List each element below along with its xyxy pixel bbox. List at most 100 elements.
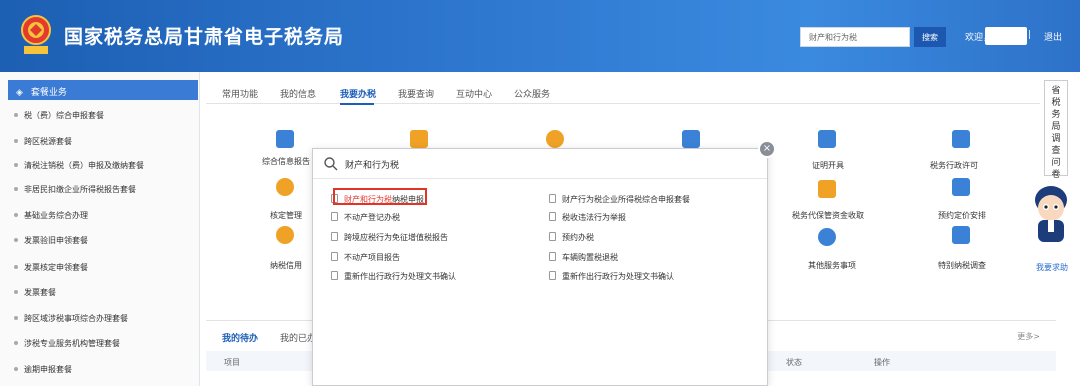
result-text: 重新作出行政行为处理文书确认 [344,272,456,281]
service-label[interactable]: 纳税信用 [270,260,302,271]
result-text: 税收违法行为举报 [562,213,626,222]
tab-my-todo[interactable]: 我的待办 [222,331,258,344]
document-icon [549,252,556,261]
result-item[interactable]: 财产行为税企业所得税综合申报套餐 [549,194,690,205]
sidebar-item[interactable]: 清税注销税（费）申报及缴纳套餐 [14,160,144,171]
sidebar-item[interactable]: 发票核定申领套餐 [14,262,88,273]
result-text: 不动产登记办税 [344,213,400,222]
document-icon [331,271,338,280]
vt-char: 省 [1051,86,1061,96]
todo-more-link[interactable]: 更多> [1017,331,1040,342]
todo-col-action: 操作 [874,358,890,367]
calendar-icon [952,178,970,196]
vt-char: 税 [1051,98,1061,108]
popup-search-query[interactable]: 财产和行为税 [345,158,399,171]
result-item[interactable]: 跨境应税行为免征增值税报告 [331,232,448,243]
vt-char: 务 [1051,110,1061,120]
sidebar-item[interactable]: 非居民扣缴企业所得税报告套餐 [14,184,136,195]
document-icon [549,232,556,241]
sidebar-item[interactable]: 逾期申报套餐 [14,364,72,375]
credit-icon [276,226,294,244]
result-item[interactable]: 预约办税 [549,232,594,243]
result-text: 车辆购置税退税 [562,253,618,262]
document-icon [331,252,338,261]
tax-doc-icon [682,130,700,148]
vt-char: 调 [1051,134,1061,144]
todo-col-status: 状态 [786,358,802,367]
document-icon [549,194,556,203]
top-header: 国家税务总局甘肃省电子税务局 财产和行为税 搜索 欢迎， | 退出 [0,0,1080,72]
sidebar-header[interactable]: ◈ 套餐业务 [8,80,198,100]
tab-my-done[interactable]: 我的已办 [280,331,316,344]
tab-public-service[interactable]: 公众服务 [514,87,550,100]
result-text: 预约办税 [562,233,594,242]
tab-query[interactable]: 我要查询 [398,87,434,100]
money-box-icon [818,180,836,198]
vt-char: 局 [1051,122,1061,132]
permit-icon [952,130,970,148]
help-link[interactable]: 我要求助 [1036,262,1068,273]
result-item[interactable]: 重新作出行政行为处理文书确认 [549,271,674,282]
tab-common[interactable]: 常用功能 [222,87,258,100]
document-icon [549,212,556,221]
annotation-highlight-box [333,188,427,205]
certificate-icon [818,130,836,148]
vt-char: 查 [1051,146,1061,156]
survey-vertical-tab[interactable]: 省 税 务 局 调 查 问 卷 [1044,80,1068,180]
service-label[interactable]: 税务行政许可 [930,160,978,171]
result-text: 重新作出行政行为处理文书确认 [562,272,674,281]
document-icon [331,232,338,241]
service-label[interactable]: 其他服务事项 [808,260,856,271]
sidebar-item[interactable]: 跨区税源套餐 [14,136,72,147]
result-item[interactable]: 不动产项目报告 [331,252,400,263]
tab-tax-handling[interactable]: 我要办税 [340,87,376,100]
document-icon [331,212,338,221]
close-icon[interactable]: × [758,140,776,158]
result-text: 不动产项目报告 [344,253,400,262]
search-results-popup: 财产和行为税 财产和行为税纳税申报 不动产登记办税 跨境应税行为免征增值税报告 … [312,148,768,386]
investigation-icon [952,226,970,244]
site-title: 国家税务总局甘肃省电子税务局 [64,26,345,48]
result-item[interactable]: 不动产登记办税 [331,212,400,223]
service-label[interactable]: 税务代保管资金收取 [792,210,864,221]
sidebar-item[interactable]: 跨区域涉税事项综合办理套餐 [14,313,128,324]
heart-icon [818,228,836,246]
hand-coin-icon [546,130,564,148]
tab-my-info[interactable]: 我的信息 [280,87,316,100]
sidebar-item[interactable]: 发票套餐 [14,287,56,298]
sidebar: ◈ 套餐业务 税（费）综合申报套餐 跨区税源套餐 清税注销税（费）申报及缴纳套餐 … [0,72,200,386]
vt-char: 问 [1051,158,1061,168]
yuan-icon [410,130,428,148]
tax-officer-mascot-icon[interactable] [1028,180,1074,248]
service-label[interactable]: 核定管理 [270,210,302,221]
main-tabs: 常用功能 我的信息 我要办税 我要查询 互动中心 公众服务 [206,80,1040,104]
service-label[interactable]: 特别纳税调查 [938,260,986,271]
service-label[interactable]: 预约定价安排 [938,210,986,221]
search-icon [324,157,338,171]
tax-emblem-icon [21,15,51,54]
report-icon [276,130,294,148]
sidebar-item[interactable]: 税（费）综合申报套餐 [14,110,104,121]
result-item[interactable]: 税收违法行为举报 [549,212,626,223]
layers-icon: ◈ [16,88,23,98]
result-text: 财产行为税企业所得税综合申报套餐 [562,195,690,204]
sidebar-item[interactable]: 涉税专业服务机构管理套餐 [14,338,120,349]
result-item[interactable]: 重新作出行政行为处理文书确认 [331,271,456,282]
logout-link[interactable]: 退出 [1044,30,1062,43]
sidebar-header-label: 套餐业务 [30,88,67,98]
username-redacted [985,27,1027,45]
document-icon [549,271,556,280]
person-icon [276,178,294,196]
service-label[interactable]: 综合信息报告 [262,156,310,167]
todo-col-item: 项目 [224,358,240,367]
tab-interaction[interactable]: 互动中心 [456,87,492,100]
active-tab-indicator [340,103,374,105]
result-item[interactable]: 车辆购置税退税 [549,252,618,263]
header-search-input[interactable]: 财产和行为税 [800,27,910,47]
sidebar-item[interactable]: 发票验旧申领套餐 [14,235,88,246]
sidebar-item[interactable]: 基础业务综合办理 [14,210,88,221]
service-label[interactable]: 证明开具 [812,160,844,171]
header-separator: | [1028,30,1032,40]
header-search-button[interactable]: 搜索 [914,27,946,47]
popup-search-bar[interactable]: 财产和行为税 [313,149,767,179]
